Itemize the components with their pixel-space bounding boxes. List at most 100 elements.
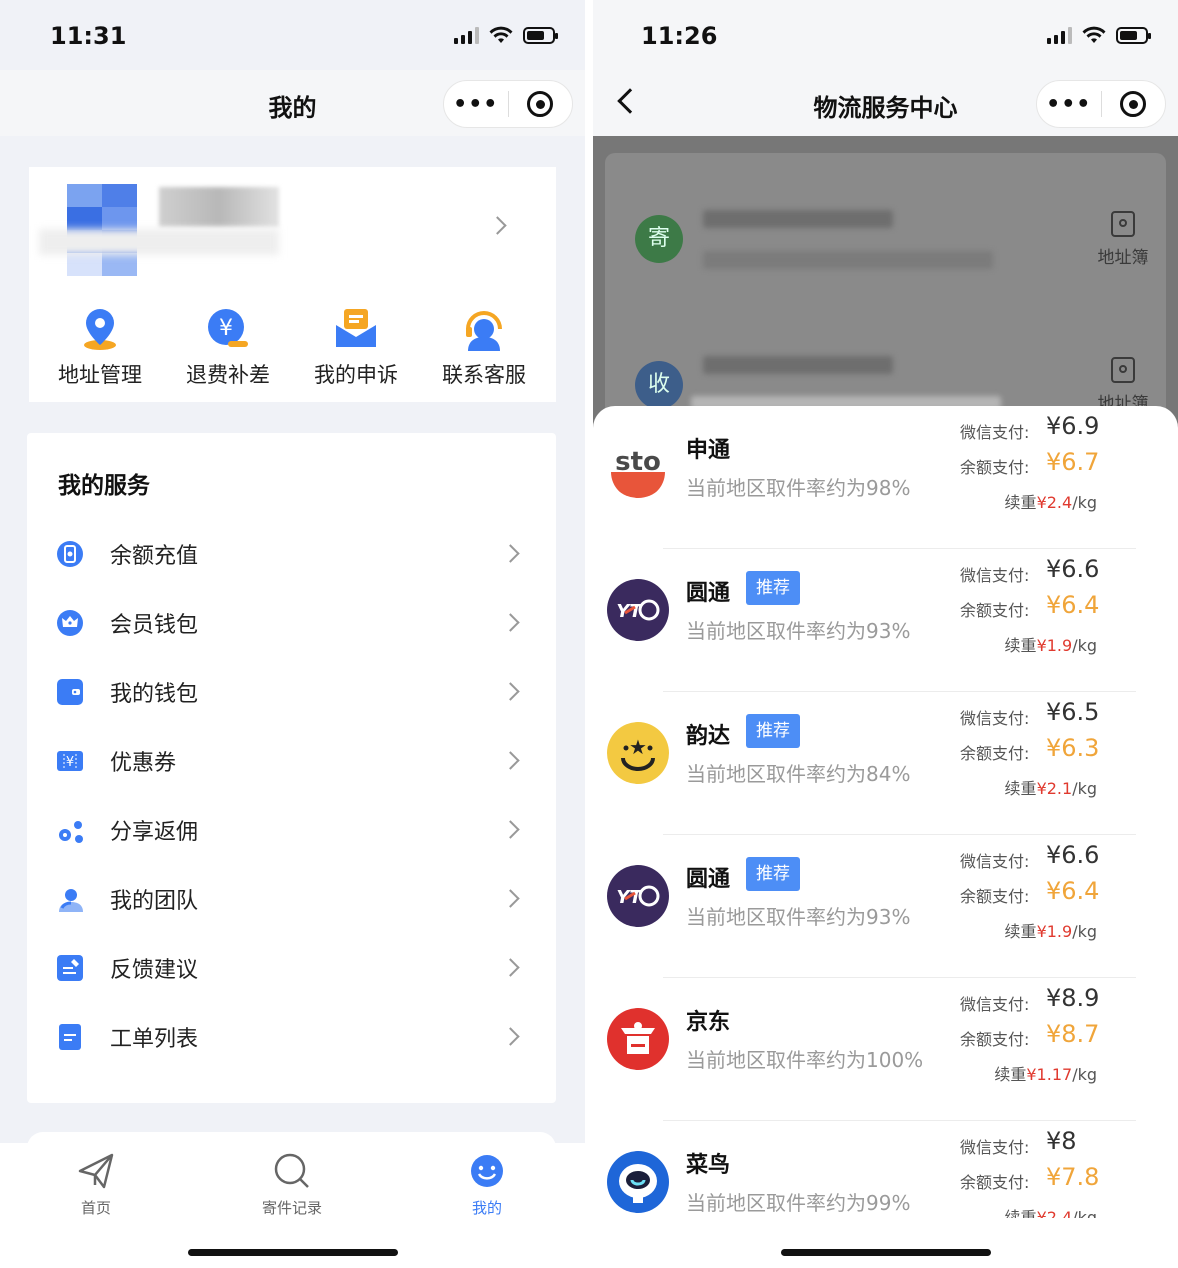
sender-address-book-button[interactable]: 地址簿 [1088,211,1158,268]
svg-text:sto: sto [615,447,661,477]
address-book-icon [1111,211,1135,237]
bottom-tab-bar: 首页 寄件记录 我的 [0,1143,585,1268]
profile-card[interactable]: 地址管理 ¥ 退费补差 我的申诉 联系客服 [29,167,556,402]
quick-customer-service[interactable]: 联系客服 [420,307,548,389]
courier-option-yto[interactable]: YT 圆通 推荐 当前地区取件率约为93% 微信支付: ¥6.6 余额支付: ¥… [593,549,1178,692]
status-time: 11:31 [50,22,127,50]
user-subtitle-blurred [39,229,279,255]
courier-option-jd[interactable]: 京东 当前地区取件率约为100% 微信支付: ¥8.9 余额支付: ¥8.7 续… [593,978,1178,1121]
status-icons [1047,26,1151,44]
balance-price: ¥6.4 [1046,591,1100,619]
courier-option-yto-2[interactable]: YT 圆通 推荐 当前地区取件率约为93% 微信支付: ¥6.6 余额支付: ¥… [593,835,1178,978]
ticket-list-icon [59,1024,81,1050]
home-indicator [780,1249,991,1256]
section-title: 我的服务 [58,473,150,499]
courier-option-yunda[interactable]: ★ 韵达 推荐 当前地区取件率约为84% 微信支付: ¥6.5 余额支付: ¥6… [593,692,1178,835]
chevron-right-icon [501,682,520,701]
my-profile-screen: 11:31 我的 ••• 地址管理 ¥ 退费补差 我的申诉 联系客服 我的服务 … [0,0,585,1268]
yunda-logo: ★ [607,722,669,784]
phone-recharge-icon [57,541,83,567]
cellular-signal-icon [454,26,479,44]
chevron-right-icon [501,958,520,977]
status-icons [454,26,558,44]
jd-logo [607,1008,669,1070]
more-menu-button[interactable]: ••• [444,92,508,117]
service-item-wallet[interactable]: 我的钱包 [27,662,556,722]
service-item-recharge[interactable]: 余额充值 [27,524,556,584]
logistics-center-screen: 11:26 物流服务中心 ••• 寄 地址簿 收 地址簿 sto 申通 当前地区… [593,0,1178,1268]
balance-price: ¥7.8 [1046,1163,1100,1191]
chevron-right-icon [501,1027,520,1046]
service-item-coupon[interactable]: ¥ 优惠券 [27,731,556,791]
sender-badge: 寄 [635,215,683,263]
nav-bar: 物流服务中心 ••• [593,70,1178,136]
svg-text:★: ★ [629,735,647,759]
mini-program-capsule: ••• [443,80,573,128]
mini-program-capsule: ••• [1036,80,1166,128]
wechat-price: ¥8.9 [1046,984,1100,1012]
balance-price: ¥6.7 [1046,448,1100,476]
wechat-price: ¥6.6 [1046,555,1100,583]
close-miniprogram-button[interactable] [509,91,573,117]
wechat-price: ¥6.9 [1046,412,1100,440]
more-menu-button[interactable]: ••• [1037,92,1101,117]
paper-plane-icon [76,1151,116,1191]
quick-appeal[interactable]: 我的申诉 [292,307,420,389]
service-item-member-wallet[interactable]: 会员钱包 [27,593,556,653]
service-item-share-commission[interactable]: 分享返佣 [27,800,556,860]
yto-logo: YT [607,579,669,641]
extra-weight-price: 续重¥1.9/kg [1004,636,1097,655]
sender-name-blurred [703,210,893,228]
chevron-right-icon [501,544,520,563]
svg-text:¥: ¥ [219,316,233,341]
cellular-signal-icon [1047,26,1072,44]
chevron-right-icon [501,613,520,632]
service-item-team[interactable]: 我的团队 [27,869,556,929]
tab-shipping-records[interactable]: 寄件记录 [232,1151,352,1218]
location-pin-icon [78,307,122,351]
receiver-name-blurred [703,356,893,374]
courier-select-sheet: sto 申通 当前地区取件率约为98% 微信支付: ¥6.9 余额支付: ¥6.… [593,406,1178,1268]
wifi-icon [489,26,513,43]
share-nodes-icon [57,817,83,843]
extra-weight-price: 续重¥2.4/kg [1004,493,1097,512]
svg-text:¥: ¥ [66,755,74,770]
battery-icon [523,26,558,44]
sto-logo: sto [607,436,669,498]
status-time: 11:26 [641,22,718,50]
bottom-safe-area [593,1218,1178,1268]
mail-envelope-icon [334,307,378,351]
yuan-coin-icon: ¥ [206,307,250,351]
recommend-tag: 推荐 [746,571,800,605]
service-item-feedback[interactable]: 反馈建议 [27,938,556,998]
target-icon [527,91,554,117]
screen-divider [585,0,593,1268]
address-book-icon [1111,357,1135,383]
tab-home[interactable]: 首页 [36,1151,156,1218]
courier-option-sto[interactable]: sto 申通 当前地区取件率约为98% 微信支付: ¥6.9 余额支付: ¥6.… [593,406,1178,549]
wifi-icon [1082,26,1106,43]
receiver-badge: 收 [635,361,683,409]
balance-price: ¥6.4 [1046,877,1100,905]
tab-mine[interactable]: 我的 [427,1151,547,1218]
balance-price: ¥6.3 [1046,734,1100,762]
my-services-card: 我的服务 余额充值 会员钱包 我的钱包 ¥ 优惠券 分享返佣 我的团队 反馈建议… [27,433,556,1103]
recommend-tag: 推荐 [746,857,800,891]
quick-refund[interactable]: ¥ 退费补差 [164,307,292,389]
quick-address-manage[interactable]: 地址管理 [36,307,164,389]
balance-price: ¥8.7 [1046,1020,1100,1048]
nav-bar: 我的 ••• [0,70,585,136]
status-bar: 11:31 [0,0,585,70]
wallet-icon [57,679,83,705]
coupon-icon: ¥ [57,751,83,771]
headset-agent-icon [462,307,506,351]
sender-address-blurred [703,251,993,269]
extra-weight-price: 续重¥2.1/kg [1004,779,1097,798]
team-icon [57,886,83,912]
extra-weight-price: 续重¥1.17/kg [994,1065,1097,1084]
chevron-right-icon [488,216,507,235]
wechat-price: ¥8 [1046,1127,1077,1155]
close-miniprogram-button[interactable] [1102,91,1166,117]
wechat-price: ¥6.5 [1046,698,1100,726]
service-item-ticket-list[interactable]: 工单列表 [27,1007,556,1067]
